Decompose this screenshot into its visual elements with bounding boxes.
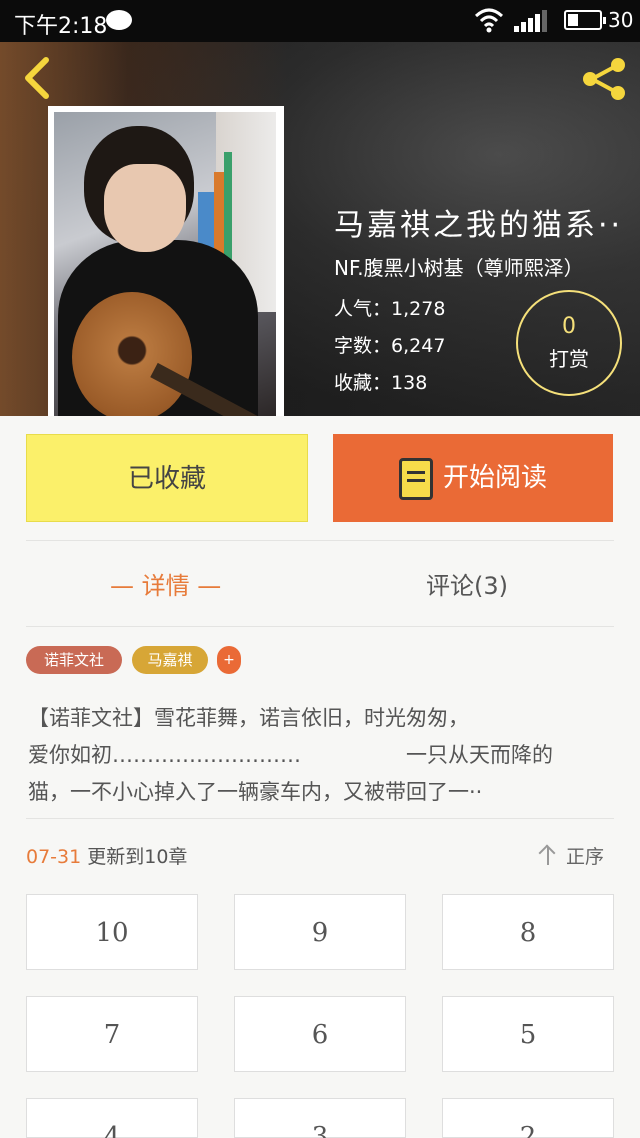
signal-icon	[514, 10, 548, 32]
favorited-button[interactable]: 已收藏	[26, 434, 308, 522]
divider	[26, 818, 614, 819]
chapter-button[interactable]: 10	[26, 894, 198, 970]
add-tag-button[interactable]: +	[217, 646, 241, 674]
chapter-button[interactable]: 5	[442, 996, 614, 1072]
chapter-button[interactable]: 4	[26, 1098, 198, 1138]
arrow-up-icon	[538, 845, 558, 865]
description-line: 【诺菲文社】雪花菲舞，诺言依旧，时光匆匆，	[28, 706, 469, 730]
book-icon	[398, 457, 433, 500]
update-date: 07-31	[26, 846, 82, 868]
back-arrow-icon[interactable]	[18, 56, 58, 100]
book-header: 马嘉祺之我的猫系·· NF.腹黑小树基（尊师熙泽） 人气：1,278 字数：6,…	[0, 42, 640, 416]
tab-comments[interactable]: 评论(3)	[426, 566, 508, 601]
sort-toggle[interactable]: 正序	[538, 842, 604, 869]
share-icon[interactable]	[580, 56, 628, 102]
reward-count: 0	[562, 314, 576, 339]
book-description[interactable]: 【诺菲文社】雪花菲舞，诺言依旧，时光匆匆， 爱你如初……………………… 一只从天…	[28, 700, 612, 811]
status-time: 下午2:18	[14, 14, 108, 39]
popularity-stat: 人气：1,278	[334, 298, 446, 320]
book-cover	[48, 106, 284, 416]
battery-level: 30	[608, 8, 634, 32]
description-line: 猫，一不小心掉入了一辆豪车内，又被带回了一··	[28, 780, 483, 804]
reward-button[interactable]: 0 打赏	[516, 290, 622, 396]
chapter-button[interactable]: 6	[234, 996, 406, 1072]
favorites-stat: 收藏：138	[334, 372, 428, 394]
book-author: NF.腹黑小树基（尊师熙泽）	[334, 256, 584, 280]
chapter-button[interactable]: 2	[442, 1098, 614, 1138]
cover-photo	[54, 112, 276, 416]
battery-icon	[564, 10, 606, 30]
chapter-button[interactable]: 8	[442, 894, 614, 970]
tag-character[interactable]: 马嘉祺	[132, 646, 208, 674]
chat-notification-icon	[106, 10, 132, 30]
word-count-stat: 字数：6,247	[334, 335, 446, 357]
update-text: 更新到10章	[81, 846, 188, 868]
reward-label: 打赏	[549, 347, 589, 371]
divider	[26, 540, 614, 541]
start-reading-button[interactable]: 开始阅读	[333, 434, 613, 522]
update-info: 07-31 更新到10章	[26, 842, 187, 869]
chapter-button[interactable]: 7	[26, 996, 198, 1072]
book-title: 马嘉祺之我的猫系··	[334, 208, 624, 243]
chapter-button[interactable]: 3	[234, 1098, 406, 1138]
start-reading-label: 开始阅读	[442, 463, 547, 493]
description-line: 爱你如初……………………… 一只从天而降的	[28, 743, 553, 767]
wifi-icon	[474, 8, 504, 33]
status-bar: 下午2:18 30	[0, 0, 640, 42]
chapter-button[interactable]: 9	[234, 894, 406, 970]
divider	[26, 626, 614, 627]
tab-detail[interactable]: — 详情 —	[110, 566, 221, 601]
sort-label: 正序	[566, 846, 605, 868]
tag-publisher[interactable]: 诺菲文社	[26, 646, 122, 674]
